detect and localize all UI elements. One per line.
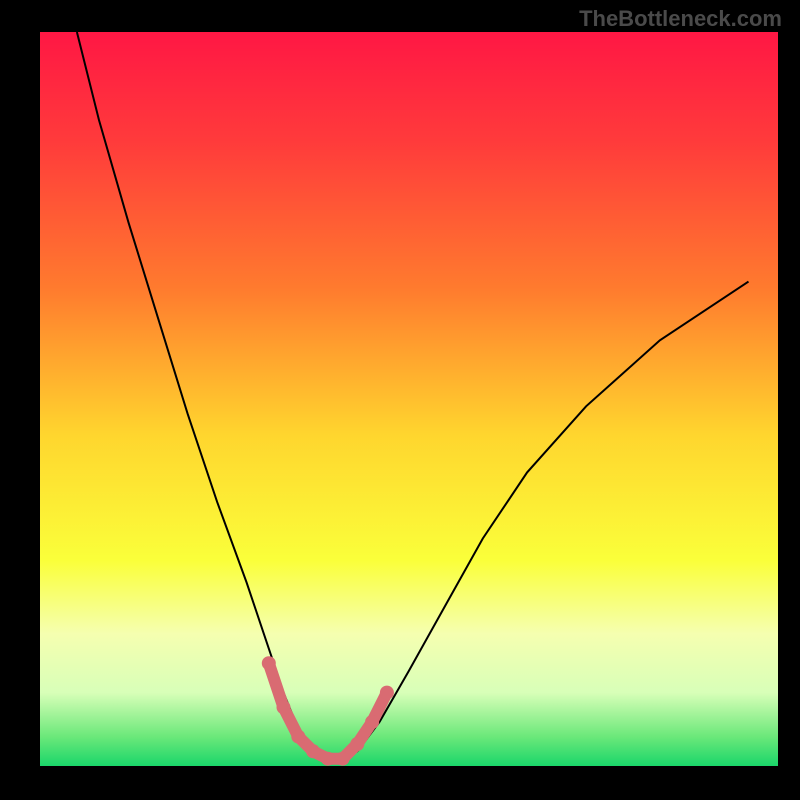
plot-background bbox=[40, 32, 778, 766]
watermark-text: TheBottleneck.com bbox=[579, 6, 782, 32]
chart-svg bbox=[0, 0, 800, 800]
chart-container: TheBottleneck.com bbox=[0, 0, 800, 800]
